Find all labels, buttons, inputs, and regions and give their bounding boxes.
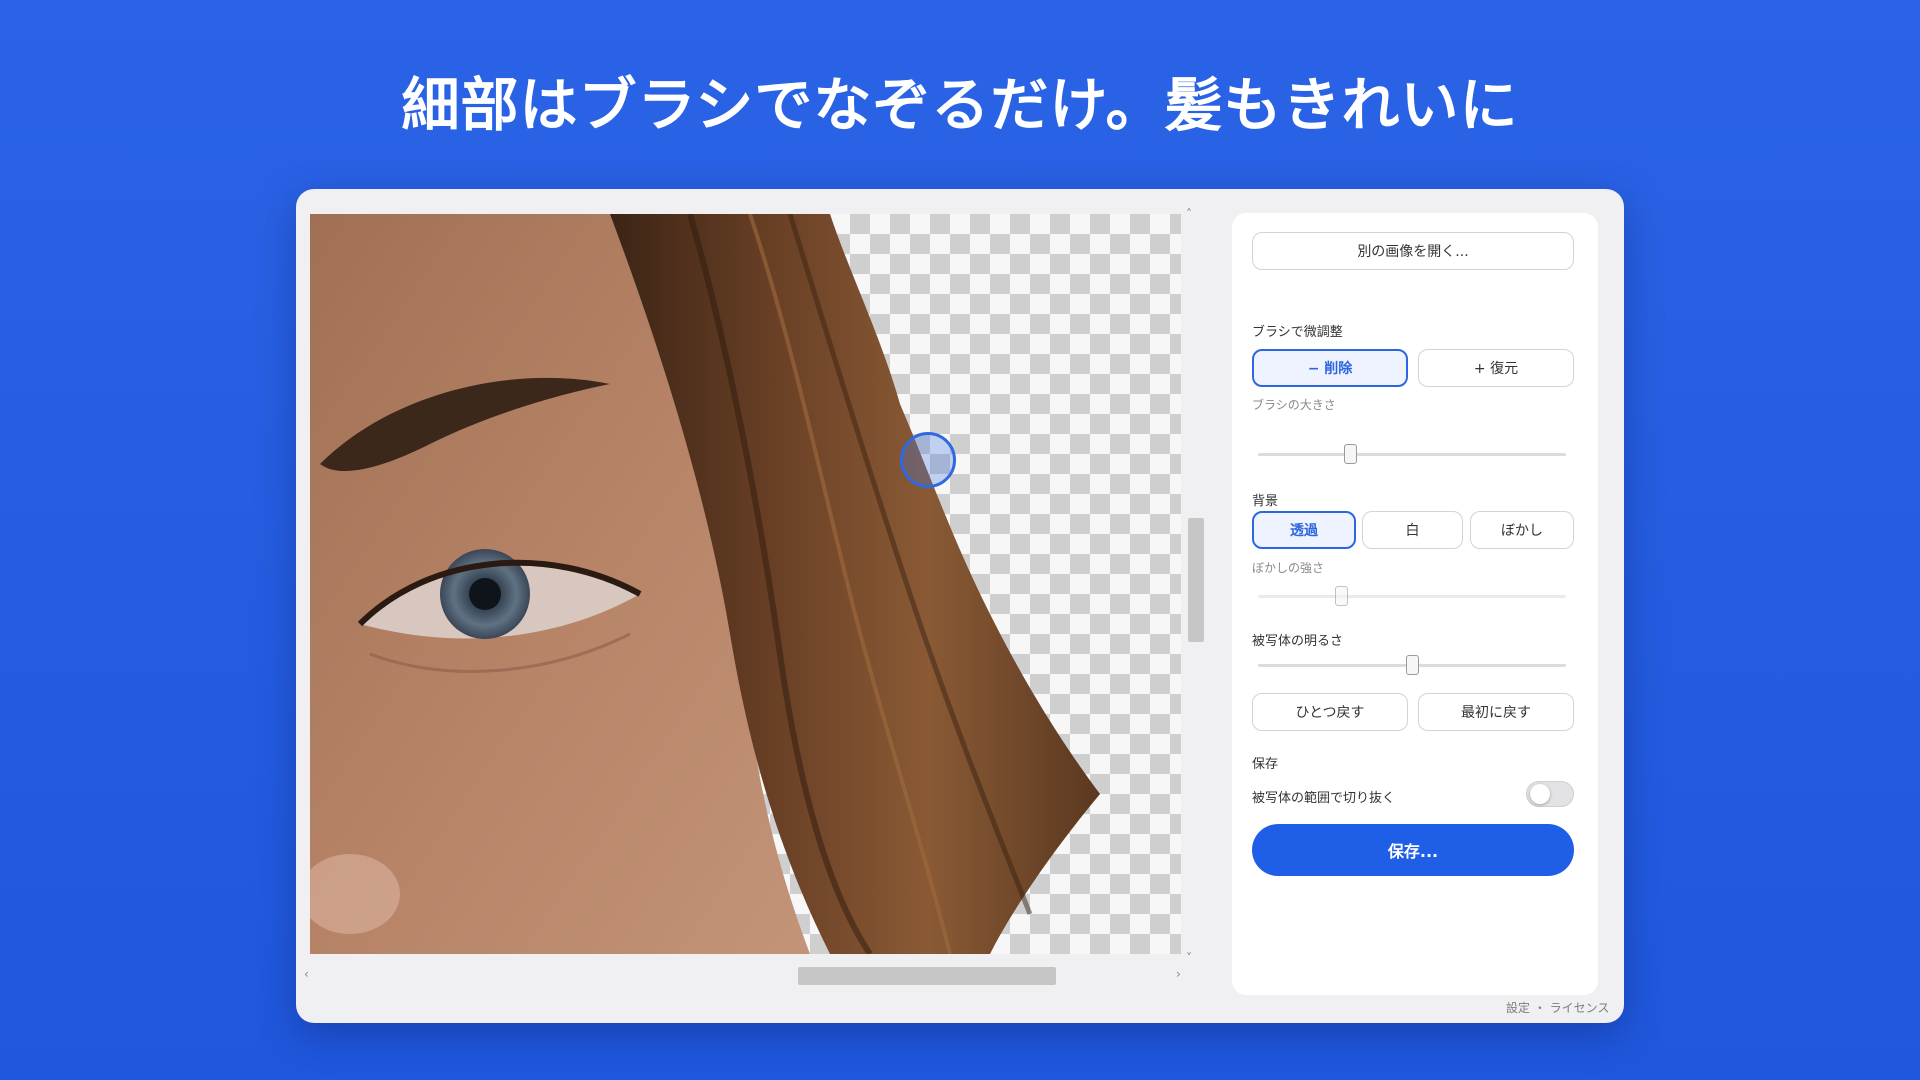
settings-license-link[interactable]: 設定 ・ ライセンス [1506,999,1609,1016]
bg-blur-button[interactable]: ぼかし [1470,511,1574,549]
headline: 細部はブラシでなぞるだけ。髪もきれいに [401,71,1519,139]
brush-cursor [900,432,956,488]
scroll-up-arrow[interactable]: ˄ [1186,207,1192,221]
undo-button[interactable]: ひとつ戻す [1252,693,1408,731]
canvas-area: ˄ ˅ ‹ › [304,207,1204,991]
vertical-scrollbar[interactable] [1188,518,1204,642]
blur-strength-track [1258,595,1566,598]
settings-panel: 別の画像を開く... ブラシで微調整 − 削除 + 復元 ブラシの大きさ 背景 … [1232,213,1598,995]
crop-toggle[interactable] [1526,781,1574,807]
brush-size-track [1258,453,1566,456]
save-button[interactable]: 保存... [1252,824,1574,876]
scroll-down-arrow[interactable]: ˅ [1186,951,1192,965]
blur-strength-label: ぼかしの強さ [1252,561,1325,575]
blur-strength-slider[interactable] [1334,586,1348,606]
brush-size-label: ブラシの大きさ [1252,398,1336,412]
horizontal-scrollbar[interactable] [798,967,1056,985]
app-window: ˄ ˅ ‹ › 別の画像を開く... ブラシで微調整 − 削除 + 復元 ブラシ… [296,189,1624,1023]
bg-white-button[interactable]: 白 [1362,511,1463,549]
crop-label: 被写体の範囲で切り抜く [1252,791,1396,806]
background-section-label: 背景 [1252,494,1279,509]
open-image-button[interactable]: 別の画像を開く... [1252,232,1574,270]
brush-section-label: ブラシで微調整 [1252,325,1343,340]
scroll-left-arrow[interactable]: ‹ [304,967,309,981]
subject-brightness-label: 被写体の明るさ [1252,634,1344,649]
portrait-photo [310,214,1100,954]
bg-transparent-button[interactable]: 透過 [1252,511,1356,549]
subject-brightness-slider[interactable] [1405,655,1419,675]
brush-size-slider[interactable] [1343,444,1357,464]
restore-button[interactable]: + 復元 [1418,349,1574,387]
delete-button[interactable]: − 削除 [1252,349,1408,387]
save-section-label: 保存 [1252,757,1279,772]
scroll-right-arrow[interactable]: › [1176,967,1181,981]
reset-button[interactable]: 最初に戻す [1418,693,1574,731]
crop-toggle-knob [1530,784,1550,804]
image-canvas[interactable] [310,214,1181,954]
